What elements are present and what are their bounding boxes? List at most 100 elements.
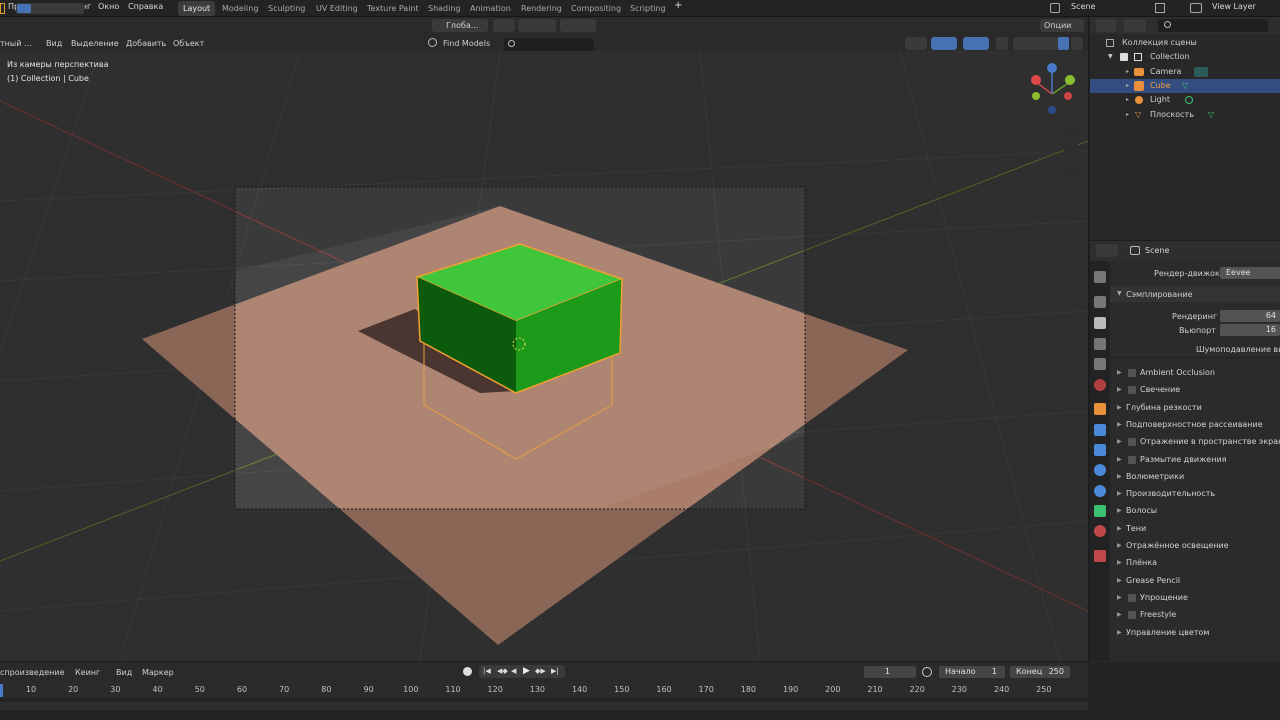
panel-checkbox[interactable] (1128, 386, 1136, 395)
menu-help[interactable]: Справка (128, 2, 163, 11)
panel-checkbox[interactable] (1128, 593, 1136, 602)
tab-shading[interactable]: Shading (423, 1, 466, 16)
tool-tab-icon[interactable] (1094, 271, 1106, 283)
shading-modes[interactable] (1013, 37, 1069, 50)
light-data-icon[interactable] (1185, 96, 1193, 104)
mesh-data-icon[interactable]: ▽ (1182, 79, 1188, 93)
menu-add[interactable]: Добавить (126, 39, 166, 48)
play-icon[interactable]: ▶ (523, 666, 530, 676)
panel-header[interactable]: ▶ Отражённое освещение (1110, 539, 1280, 554)
outliner-scene-collection[interactable]: Коллекция сцены (1090, 36, 1280, 50)
panel-header[interactable]: ▶ Ambient Occlusion (1110, 366, 1280, 381)
panel-header[interactable]: ▶ Размытие движения (1110, 453, 1280, 468)
record-icon[interactable] (463, 667, 472, 676)
panel-header[interactable]: ▶ Отражение в пространстве экрана (1110, 435, 1280, 450)
panel-header[interactable]: ▶ Упрощение (1110, 591, 1280, 606)
chevron-down-icon[interactable]: ▼ (1108, 50, 1113, 64)
tab-rendering[interactable]: Rendering (516, 1, 567, 16)
editor-type-button[interactable] (1096, 19, 1116, 32)
play-reverse-icon[interactable]: ◀ (511, 667, 516, 675)
menu-playback[interactable]: спроизведение (0, 668, 65, 677)
panel-checkbox[interactable] (1128, 369, 1136, 377)
panel-checkbox[interactable] (1128, 455, 1136, 464)
xray-toggle[interactable] (996, 37, 1008, 50)
panel-header[interactable]: ▶ Свечение (1110, 383, 1280, 398)
outliner-collection[interactable]: ▼ Collection (1090, 50, 1280, 64)
snap-dropdown[interactable] (518, 19, 556, 32)
find-search-input[interactable] (504, 38, 594, 51)
panel-header[interactable]: ▶ Волосы (1110, 504, 1280, 519)
panel-header[interactable]: ▶ Подповерхностное рассеивание (1110, 418, 1280, 433)
panel-header[interactable]: ▶ Управление цветом (1110, 626, 1280, 641)
outliner-item-cube[interactable]: ▸ Cube ▽ (1090, 79, 1280, 93)
panel-header[interactable]: ▶ Тени (1110, 522, 1280, 537)
panel-header[interactable]: ▶ Глубина резкости (1110, 401, 1280, 416)
timeline-area[interactable]: 10 20 30 40 50 60 70 80 90 100 110 120 130 140 150 160 1… (0, 682, 1088, 720)
panel-checkbox[interactable] (1128, 438, 1136, 447)
panel-header[interactable]: ▶ Производительность (1110, 487, 1280, 502)
panel-header[interactable]: ▶ Плёнка (1110, 556, 1280, 571)
checkbox-icon[interactable] (1120, 53, 1128, 61)
texture-tab-icon[interactable] (1094, 550, 1106, 562)
constraints-tab-icon[interactable] (1094, 485, 1106, 497)
menu-select[interactable]: Выделение (71, 39, 119, 48)
start-frame-field[interactable]: Начало 1 (939, 666, 1005, 678)
outliner-item-camera[interactable]: ▸ Camera (1090, 65, 1280, 79)
overlay-toggle[interactable] (963, 37, 989, 50)
proportional-edit[interactable] (560, 19, 596, 32)
scene-icon[interactable] (1050, 3, 1060, 13)
view-layer-name[interactable]: View Layer (1212, 2, 1256, 11)
tool-icon[interactable] (0, 3, 5, 14)
end-frame-field[interactable]: Конец 250 (1010, 666, 1070, 678)
world-tab-icon[interactable] (1094, 379, 1106, 391)
outliner-search-input[interactable] (1158, 19, 1268, 32)
menu-keying[interactable]: Кеинг (75, 668, 100, 677)
panel-header[interactable]: ▶ Волюметрики (1110, 470, 1280, 485)
view-layer-icon[interactable] (1190, 3, 1202, 13)
panel-header[interactable]: ▶ Grease Pencil (1110, 574, 1280, 589)
3d-viewport[interactable]: Из камеры перспектива (1) Collection | C… (0, 51, 1088, 661)
menu-view[interactable]: Вид (116, 668, 132, 677)
gizmo-toggle[interactable] (931, 37, 957, 50)
object-tab-icon[interactable] (1094, 403, 1106, 415)
orientation-dropdown[interactable]: Глоба... (432, 19, 488, 32)
scene-name[interactable]: Scene (1071, 2, 1095, 11)
tab-layout[interactable]: Layout (178, 1, 216, 16)
prev-keyframe-icon[interactable]: ◀◆ (497, 667, 508, 675)
output-tab-icon[interactable] (1094, 317, 1106, 329)
sampling-panel-header[interactable]: ▼ Сэмплирование (1110, 286, 1280, 302)
playback-controls[interactable]: ▶ |◀ ◀◆ ◀ ◆▶ ▶| (479, 665, 565, 678)
options-dropdown[interactable]: Опции (1040, 19, 1084, 32)
render-tab-icon[interactable] (1094, 296, 1106, 308)
add-workspace-button[interactable]: + (674, 0, 682, 11)
display-mode-button[interactable] (1124, 19, 1146, 32)
tab-animation[interactable]: Animation (465, 1, 516, 16)
material-tab-icon[interactable] (1094, 525, 1106, 537)
jump-start-icon[interactable]: |◀ (483, 667, 491, 675)
panel-header[interactable]: ▶ Freestyle (1110, 608, 1280, 623)
data-tab-icon[interactable] (1094, 505, 1106, 517)
view-layer-tab-icon[interactable] (1094, 338, 1106, 350)
timeline-scrollbar[interactable] (0, 702, 1088, 710)
particles-tab-icon[interactable] (1094, 444, 1106, 456)
tab-scripting[interactable]: Scripting (625, 1, 671, 16)
copy-icon[interactable] (1155, 3, 1165, 13)
next-keyframe-icon[interactable]: ◆▶ (535, 667, 546, 675)
shading-dropdown[interactable] (1071, 37, 1083, 50)
modifier-tab-icon[interactable] (1094, 424, 1106, 436)
viewport-samples-field[interactable]: 16 (1220, 324, 1280, 336)
menu-object[interactable]: Объект (173, 39, 204, 48)
menu-window[interactable]: Окно (98, 2, 119, 11)
tab-sculpting[interactable]: Sculpting (263, 1, 310, 16)
visibility-dropdown[interactable] (905, 37, 927, 50)
select-mode-icons[interactable] (16, 3, 84, 14)
viewport-denoise-checkbox[interactable]: Шумоподавление вьюпорта (1196, 345, 1280, 354)
render-engine-dropdown[interactable]: Eevee (1220, 267, 1280, 279)
playhead[interactable] (0, 684, 3, 697)
editor-type-button[interactable] (1096, 244, 1118, 257)
find-models-dropdown[interactable]: Find Models (443, 39, 490, 48)
outliner[interactable]: Коллекция сцены ▼ Collection ▸ Camera ▸ … (1090, 17, 1280, 240)
scene-tab-icon[interactable] (1094, 358, 1106, 370)
panel-checkbox[interactable] (1128, 611, 1136, 620)
tab-texture-paint[interactable]: Texture Paint (362, 1, 424, 16)
